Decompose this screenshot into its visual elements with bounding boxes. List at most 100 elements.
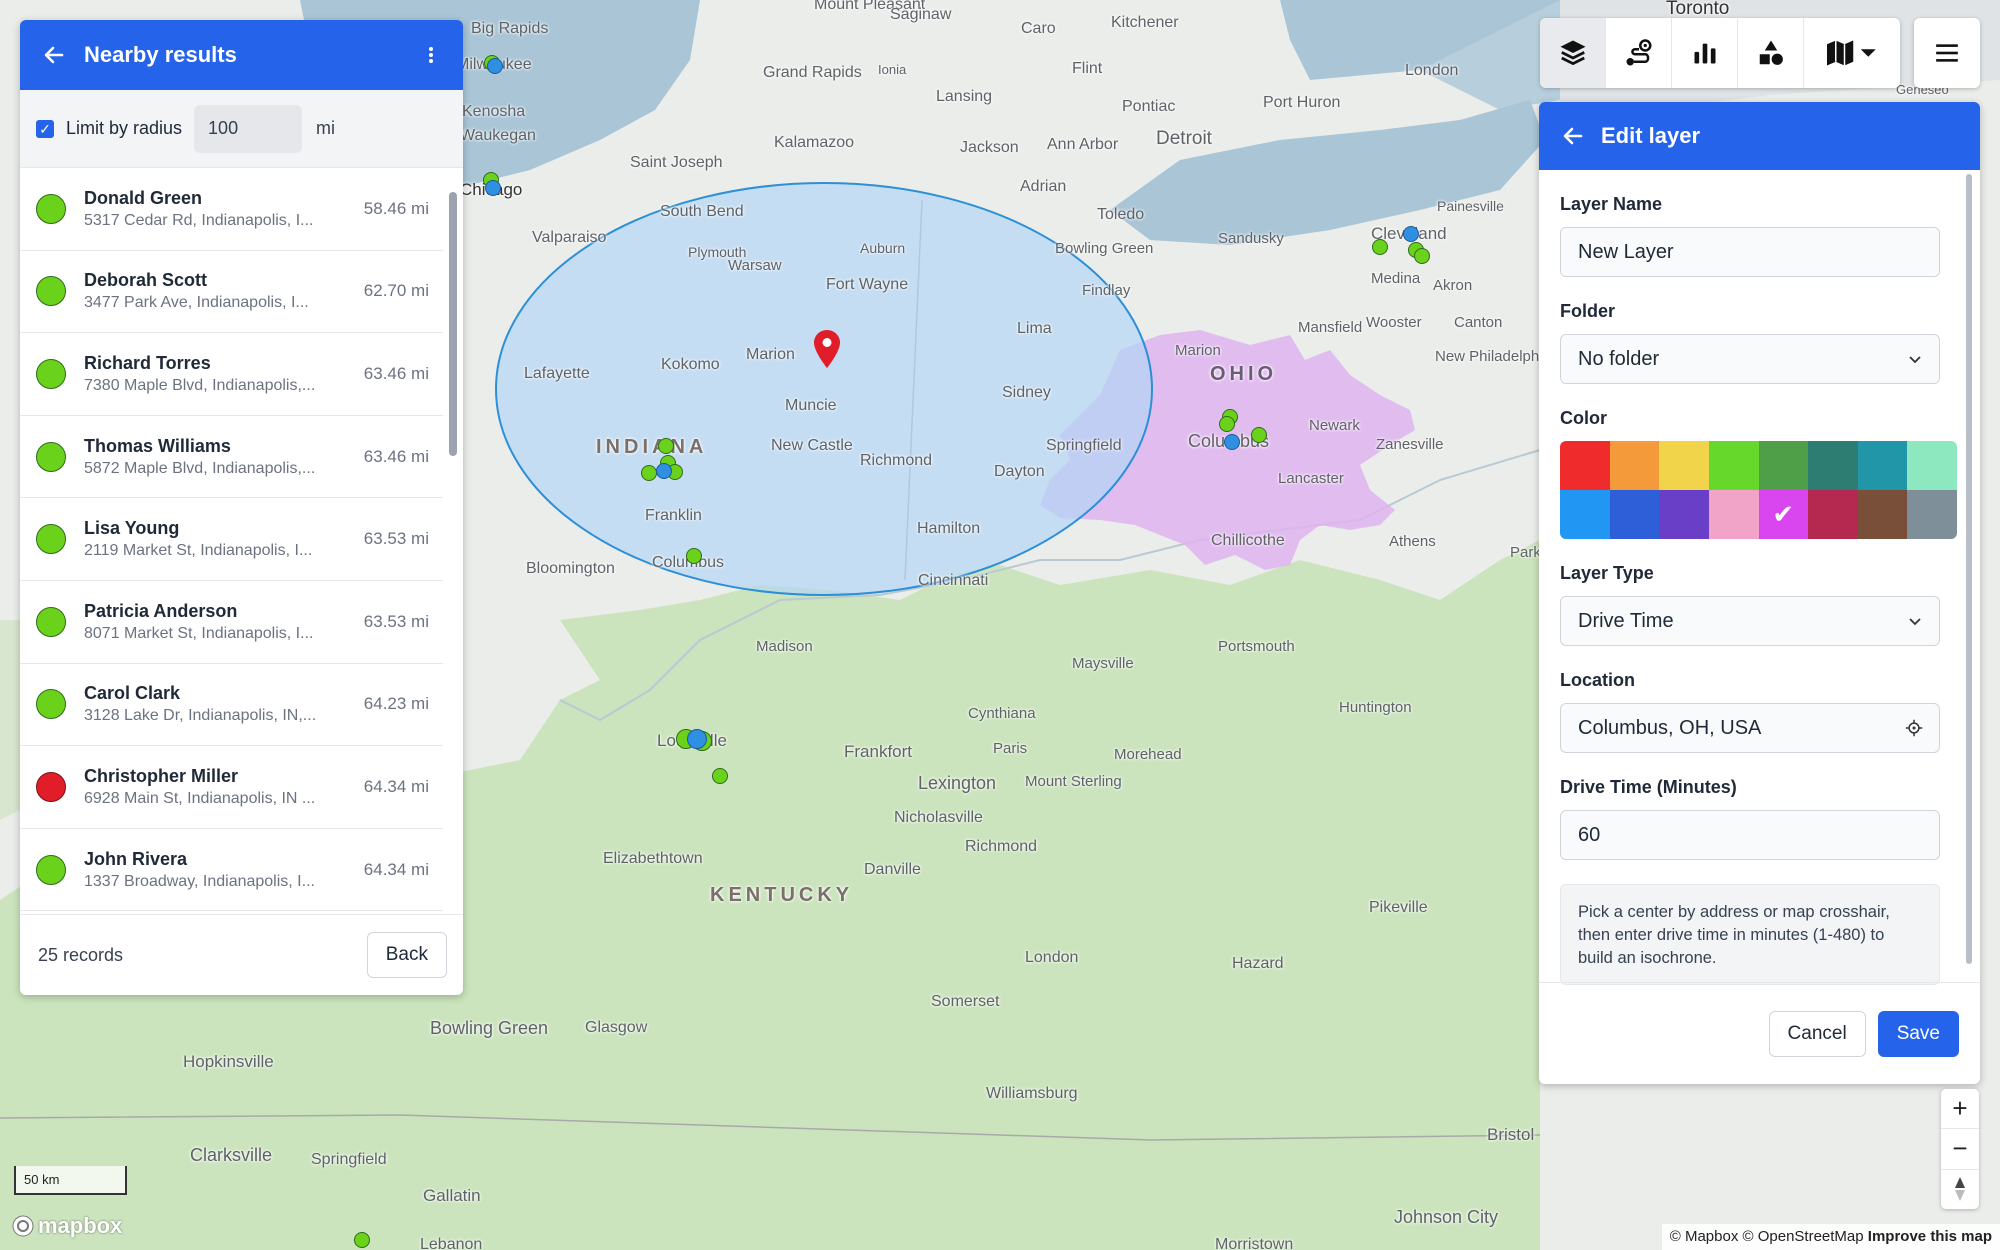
map-marker[interactable] <box>686 548 702 564</box>
color-swatch[interactable] <box>1758 441 1809 490</box>
more-vertical-icon[interactable] <box>421 43 441 67</box>
record-name: Patricia Anderson <box>84 600 238 621</box>
map-marker[interactable] <box>687 729 707 749</box>
location-field[interactable]: Columbus, OH, USA <box>1560 703 1940 753</box>
color-swatch[interactable] <box>1808 490 1858 539</box>
color-swatch[interactable] <box>1857 441 1908 490</box>
map-place-label: Pikeville <box>1369 899 1428 916</box>
map-place-label: Warsaw <box>728 257 782 274</box>
back-arrow-icon[interactable] <box>42 43 66 67</box>
chevron-down-icon <box>1909 356 1921 364</box>
status-dot <box>36 689 66 720</box>
map-place-label: Kokomo <box>661 356 720 373</box>
map-marker[interactable] <box>1251 427 1267 443</box>
crosshair-icon[interactable] <box>1905 719 1923 737</box>
map-marker[interactable] <box>354 1232 370 1248</box>
radius-input[interactable]: 100 <box>194 104 303 153</box>
color-swatch[interactable] <box>1907 490 1957 539</box>
map-marker[interactable] <box>1219 416 1235 432</box>
hamburger-icon <box>1936 44 1958 62</box>
map-marker[interactable] <box>712 768 728 784</box>
save-button[interactable]: Save <box>1877 1010 1959 1057</box>
results-list[interactable]: Donald Green 5317 Cedar Rd, Indianapolis,… <box>20 168 443 914</box>
shapes-button[interactable] <box>1738 18 1804 88</box>
record-distance: 63.46 mi <box>363 446 429 466</box>
map-place-label: Paris <box>993 740 1028 757</box>
attribution-osm-link[interactable]: © OpenStreetMap <box>1743 1228 1864 1245</box>
map-marker[interactable] <box>656 463 672 479</box>
map-marker[interactable] <box>1224 434 1240 450</box>
map-marker[interactable] <box>658 438 674 454</box>
list-item[interactable]: Richard Torres 7380 Maple Blvd, Indianapo… <box>20 333 443 416</box>
list-item[interactable]: Patricia Anderson 8071 Market St, Indiana… <box>20 581 443 664</box>
map-place-label: Elizabethtown <box>603 850 703 867</box>
map-marker[interactable] <box>485 180 501 196</box>
back-button[interactable]: Back <box>366 932 447 978</box>
main-menu-button[interactable] <box>1914 18 1980 88</box>
record-name: Christopher Miller <box>84 765 239 786</box>
map-place-label: Findlay <box>1082 282 1131 299</box>
color-swatch[interactable] <box>1907 441 1957 490</box>
map-place-label: Hazard <box>1232 955 1284 972</box>
cancel-button[interactable]: Cancel <box>1768 1010 1866 1057</box>
layer-name-field[interactable]: New Layer <box>1560 227 1940 277</box>
list-item[interactable]: John Rivera 1337 Broadway, Indianapolis, … <box>20 829 443 912</box>
color-swatch[interactable] <box>1659 490 1709 539</box>
map-marker[interactable] <box>1403 226 1419 242</box>
mapbox-logo[interactable]: mapbox <box>12 1213 122 1239</box>
color-swatch[interactable]: ✔ <box>1758 490 1809 539</box>
list-item[interactable]: Deborah Scott 3477 Park Ave, Indianapolis… <box>20 251 443 334</box>
map-place-label: Painesville <box>1437 198 1504 214</box>
drive-time-field[interactable]: 60 <box>1560 810 1940 860</box>
compass-button[interactable] <box>1941 1170 1979 1209</box>
color-swatch[interactable] <box>1708 441 1759 490</box>
color-swatch[interactable] <box>1708 490 1759 539</box>
limit-radius-checkbox[interactable]: ✓ <box>36 119 54 138</box>
back-arrow-icon[interactable] <box>1561 124 1585 148</box>
map-marker[interactable] <box>1372 239 1388 255</box>
improve-map-link[interactable]: Improve this map <box>1868 1228 1992 1245</box>
map-place-label: Lima <box>1017 320 1052 337</box>
map-style-icon <box>1827 40 1876 66</box>
map-place-label: Sidney <box>1002 384 1051 401</box>
color-swatch[interactable] <box>1609 490 1660 539</box>
route-button[interactable] <box>1606 18 1672 88</box>
state-label: INDIANA <box>596 436 708 458</box>
chart-button[interactable] <box>1672 18 1738 88</box>
results-scrollbar[interactable] <box>448 170 458 914</box>
map-place-label: Muncie <box>785 397 837 414</box>
map-place-label: Saginaw <box>890 6 952 23</box>
attribution-mapbox-link[interactable]: © Mapbox <box>1670 1228 1739 1245</box>
location-pin-icon[interactable] <box>814 330 840 368</box>
status-dot <box>36 441 66 472</box>
color-swatch[interactable] <box>1659 441 1709 490</box>
list-item[interactable]: Thomas Williams 5872 Maple Blvd, Indianap… <box>20 416 443 499</box>
color-swatch[interactable] <box>1857 490 1908 539</box>
map-place-label: Bowling Green <box>1055 240 1154 257</box>
zoom-in-button[interactable]: + <box>1941 1089 1979 1130</box>
color-swatch[interactable] <box>1808 441 1858 490</box>
layers-button[interactable] <box>1540 18 1606 88</box>
list-item[interactable]: Lisa Young 2119 Market St, Indianapolis, … <box>20 498 443 581</box>
zoom-out-button[interactable]: − <box>1941 1129 1979 1170</box>
map-style-button[interactable] <box>1804 18 1900 88</box>
map-place-label: Waukegan <box>460 127 536 144</box>
color-swatch[interactable] <box>1609 441 1660 490</box>
map-place-label: Fort Wayne <box>826 276 909 293</box>
edit-layer-scrollbar[interactable] <box>1965 174 1973 964</box>
list-item[interactable]: Christopher Miller 6928 Main St, Indianap… <box>20 746 443 829</box>
color-swatch[interactable] <box>1560 441 1610 490</box>
map-marker[interactable] <box>1414 248 1430 264</box>
layer-type-select[interactable]: Drive Time <box>1560 596 1940 646</box>
list-item[interactable]: Carol Clark 3128 Lake Dr, Indianapolis, I… <box>20 664 443 747</box>
record-distance: 58.46 mi <box>363 198 429 218</box>
map-marker[interactable] <box>641 465 657 481</box>
map-place-label: Springfield <box>311 1151 387 1168</box>
color-swatch[interactable] <box>1560 490 1610 539</box>
list-item[interactable]: Donald Green 5317 Cedar Rd, Indianapolis,… <box>20 168 443 251</box>
edit-layer-header: Edit layer <box>1539 102 1980 170</box>
map-marker[interactable] <box>487 58 503 74</box>
record-address: 8071 Market St, Indianapolis, I... <box>84 624 314 642</box>
folder-select[interactable]: No folder <box>1560 334 1940 384</box>
record-name: Donald Green <box>84 187 203 208</box>
